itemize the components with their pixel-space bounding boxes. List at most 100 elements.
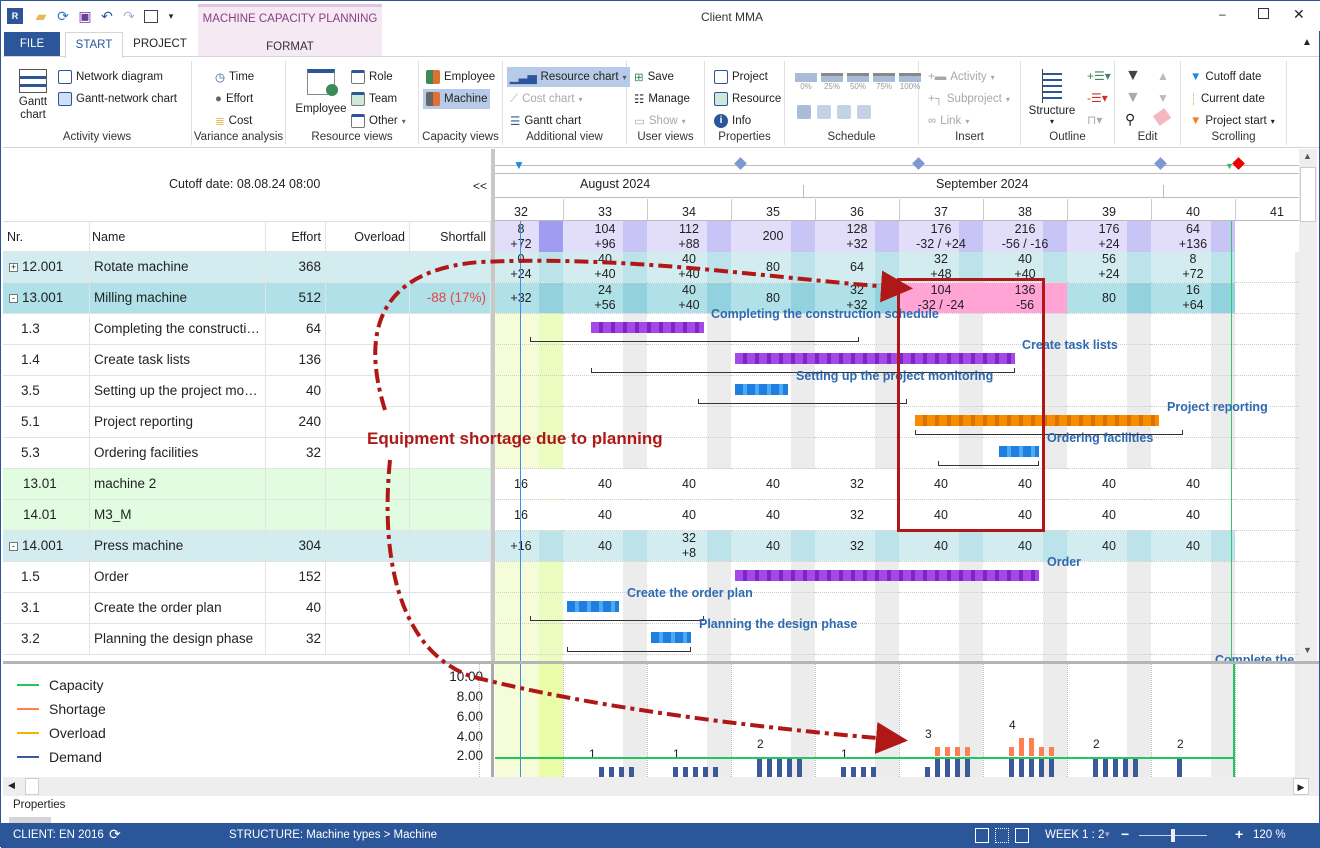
- scroll-right-icon[interactable]: ▶: [1293, 778, 1309, 795]
- refresh-icon[interactable]: ⟳: [55, 8, 71, 24]
- gantt-network-button[interactable]: Gantt-network chart: [55, 89, 180, 109]
- insert-subproject-dropdown[interactable]: +┐ Subproject ▾: [925, 89, 1013, 109]
- task-bar[interactable]: [735, 384, 788, 395]
- expand-toggle-icon[interactable]: +: [9, 263, 18, 272]
- progress-1-button[interactable]: 25%: [821, 73, 843, 91]
- tab-start[interactable]: START: [65, 32, 123, 58]
- resource-properties-button[interactable]: Resource: [711, 89, 784, 109]
- customize-dropdown-icon[interactable]: ▾: [163, 8, 179, 24]
- progress-0-button[interactable]: 0%: [795, 73, 817, 91]
- team-button[interactable]: Team: [348, 89, 400, 109]
- other-dropdown[interactable]: Other ▾: [348, 111, 409, 131]
- chart-view-icon[interactable]: [1015, 828, 1029, 843]
- tab-file[interactable]: FILE: [4, 32, 60, 57]
- project-properties-button[interactable]: Project: [711, 67, 771, 87]
- column-header-name[interactable]: Name: [90, 222, 266, 253]
- tab-project[interactable]: PROJECT: [127, 32, 193, 57]
- tab-format[interactable]: FORMAT: [198, 41, 382, 53]
- role-button[interactable]: Role: [348, 67, 396, 87]
- insert-link-dropdown[interactable]: ∞ Link ▾: [925, 111, 972, 131]
- current-date-button[interactable]: ┆ Current date: [1187, 89, 1268, 109]
- column-header-shortfall[interactable]: Shortfall: [410, 222, 491, 253]
- task-bar[interactable]: [651, 632, 691, 643]
- column-header-overload[interactable]: Overload: [326, 222, 410, 253]
- show-view-dropdown[interactable]: ▭ Show ▾: [631, 111, 689, 131]
- scroll-down-icon[interactable]: ▼: [1303, 645, 1312, 655]
- redo-icon[interactable]: ↷: [121, 8, 137, 24]
- chart-vscrollbar[interactable]: [1299, 664, 1319, 777]
- task-bar[interactable]: [567, 601, 619, 612]
- collapse-ribbon-icon[interactable]: ▲: [1302, 37, 1312, 48]
- network-diagram-button[interactable]: Network diagram: [55, 67, 166, 87]
- outdent-icon[interactable]: -☰▾: [1087, 91, 1108, 105]
- table-row[interactable]: 1.3 Completing the construction schedule6…: [3, 314, 491, 345]
- hscroll-thumb[interactable]: [25, 778, 39, 795]
- sync-icon[interactable]: ⟳: [109, 826, 121, 843]
- undo-icon[interactable]: ↶: [99, 8, 115, 24]
- table-row[interactable]: 1.4 Create task lists 136: [3, 345, 491, 376]
- move-up-icon[interactable]: ▲: [1157, 69, 1169, 83]
- effort-button[interactable]: ● Effort: [212, 89, 256, 109]
- column-header-nr[interactable]: Nr.: [7, 222, 90, 253]
- insert-activity-dropdown[interactable]: +▬ Activity ▾: [925, 67, 998, 87]
- structure-dropdown[interactable]: Structure ▾: [1027, 69, 1077, 126]
- maximize-button[interactable]: [1258, 8, 1269, 19]
- filter-icon[interactable]: ▼: [1125, 67, 1141, 85]
- table-row[interactable]: -13.001 Milling machine 512 -88 (17%): [3, 283, 491, 314]
- table-row[interactable]: 3.2 Planning the design phase 32: [3, 624, 491, 655]
- properties-tab[interactable]: Properties: [13, 799, 65, 811]
- progress-3-button[interactable]: 75%: [873, 73, 895, 91]
- find-icon[interactable]: ⚲: [1125, 111, 1135, 128]
- expand-toggle-icon[interactable]: -: [9, 542, 18, 551]
- task-bar[interactable]: [591, 322, 704, 333]
- gantt-chart-view-button[interactable]: ☰ Gantt chart: [507, 111, 584, 131]
- open-folder-icon[interactable]: ▰: [33, 8, 49, 24]
- zoom-in-button[interactable]: +: [1235, 826, 1243, 842]
- zoom-level[interactable]: 120 %: [1253, 829, 1286, 841]
- time-scale-dropdown[interactable]: WEEK 1 : 2: [1045, 829, 1104, 841]
- capacity-employee-button[interactable]: Employee: [423, 67, 498, 87]
- table-row[interactable]: 1.5 Order 152: [3, 562, 491, 593]
- zoom-slider-thumb[interactable]: [1171, 829, 1175, 842]
- eraser-icon[interactable]: [1152, 108, 1172, 126]
- table-row[interactable]: 3.1 Create the order plan 40: [3, 593, 491, 624]
- save-view-button[interactable]: ⊞ Save: [631, 67, 677, 87]
- table-row[interactable]: -14.001 Press machine 304: [3, 531, 491, 562]
- vertical-scrollbar[interactable]: ▲ ▼: [1299, 149, 1317, 661]
- window-icon[interactable]: [144, 10, 158, 23]
- table-row[interactable]: 13.01 machine 2: [3, 469, 491, 500]
- progress-2-button[interactable]: 50%: [847, 73, 869, 91]
- save-icon[interactable]: ▣: [77, 8, 93, 24]
- gantt-chart-button[interactable]: Gantt chart: [11, 69, 55, 122]
- table-view-icon[interactable]: [995, 828, 1009, 843]
- scale-dropdown-icon[interactable]: ▾: [1105, 829, 1110, 840]
- horizontal-scrollbar[interactable]: ◀ ▶: [3, 777, 1319, 796]
- cutoff-marker-icon[interactable]: ▼: [513, 158, 525, 172]
- reschedule-icon[interactable]: [797, 105, 811, 119]
- zoom-out-button[interactable]: −: [1121, 826, 1129, 842]
- scroll-up-icon[interactable]: ▲: [1303, 151, 1312, 161]
- table-row[interactable]: 14.01 M3_M: [3, 500, 491, 531]
- progress-4-button[interactable]: 100%: [899, 73, 921, 91]
- split-icon[interactable]: [857, 105, 871, 119]
- move-down-icon[interactable]: ▼: [1157, 91, 1169, 105]
- project-start-dropdown[interactable]: ▼ Project start ▾: [1187, 111, 1278, 131]
- layout-view-icon[interactable]: [975, 828, 989, 843]
- scroll-left-icon[interactable]: ◀: [8, 780, 15, 791]
- scroll-thumb[interactable]: [1300, 167, 1316, 222]
- expand-toggle-icon[interactable]: -: [9, 294, 18, 303]
- split-icon[interactable]: [817, 105, 831, 119]
- task-bar[interactable]: [735, 570, 1039, 581]
- capacity-machine-button[interactable]: Machine: [423, 89, 491, 109]
- collapse-table-button[interactable]: <<: [473, 179, 487, 193]
- clear-filter-icon[interactable]: ▼: [1125, 89, 1141, 107]
- cost-chart-dropdown[interactable]: ⟋ Cost chart ▾: [507, 89, 586, 109]
- info-button[interactable]: i Info: [711, 111, 754, 131]
- table-row[interactable]: 3.5 Setting up the project monitoring40: [3, 376, 491, 407]
- minimize-button[interactable]: ‒: [1219, 7, 1226, 21]
- manage-views-button[interactable]: ☷ Manage: [631, 89, 693, 109]
- cost-button[interactable]: ≣ Cost: [212, 111, 255, 131]
- close-button[interactable]: ✕: [1293, 6, 1305, 23]
- employee-view-button[interactable]: Employee: [292, 69, 350, 115]
- move-icon[interactable]: ⊓▾: [1087, 113, 1102, 127]
